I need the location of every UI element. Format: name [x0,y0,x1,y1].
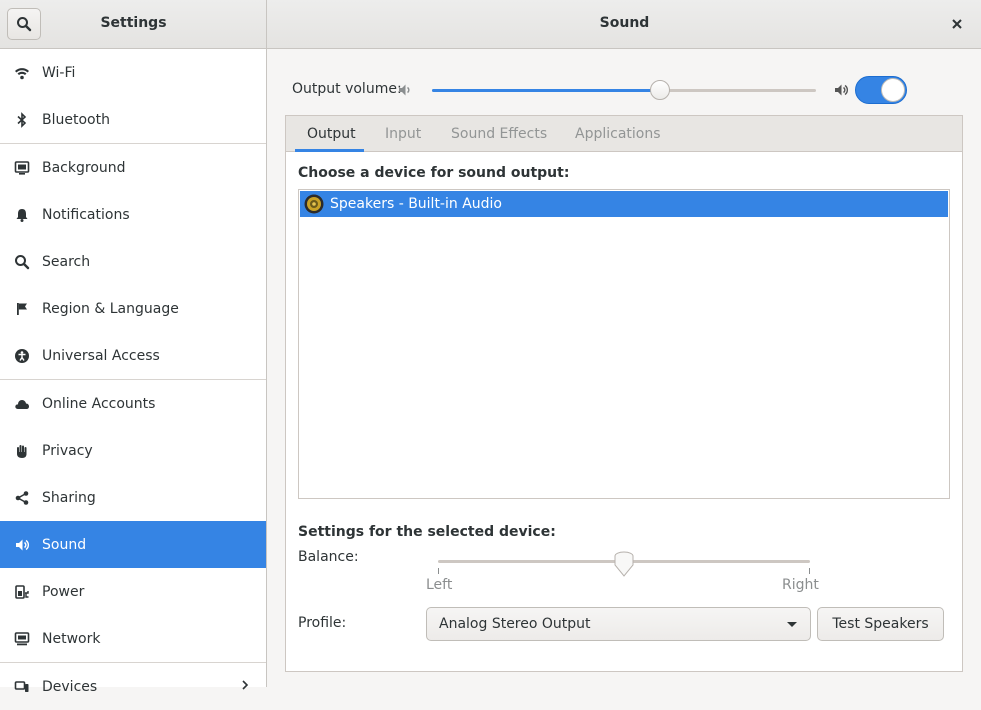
search-icon [14,254,30,270]
sidebar-item-privacy[interactable]: Privacy [0,427,266,474]
sidebar-item-label: Wi-Fi [42,64,76,81]
sidebar-item-label: Region & Language [42,300,179,317]
settings-title: Settings [100,15,167,31]
network-icon [14,631,30,647]
output-volume-fill [432,89,661,92]
balance-left-label: Left [426,577,453,593]
sidebar-item-background[interactable]: Background [0,144,266,191]
output-device-list[interactable]: Speakers - Built-in Audio [298,189,950,499]
test-speakers-button[interactable]: Test Speakers [817,607,944,641]
sidebar-item-label: Bluetooth [42,111,110,128]
active-tab-indicator [295,149,364,152]
share-icon [14,490,30,506]
sidebar-item-search[interactable]: Search [0,238,266,285]
device-label: Speakers - Built-in Audio [330,196,502,212]
header-bar: Settings Sound [0,0,981,49]
sidebar-item-power[interactable]: Power [0,568,266,615]
sidebar-item-label: Universal Access [42,347,160,364]
sidebar-item-region-language[interactable]: Region & Language [0,285,266,332]
list-item[interactable]: Speakers - Built-in Audio [300,191,948,217]
flag-icon [14,301,30,317]
header-left: Settings [0,0,267,48]
sidebar-item-label: Power [42,583,85,600]
sidebar-item-label: Background [42,159,126,176]
wifi-icon [14,65,30,81]
switch-knob [881,78,905,102]
panel-title: Sound [599,15,650,31]
settings-heading: Settings for the selected device: [298,524,556,540]
output-volume-label: Output volume: [292,81,402,97]
sidebar-item-label: Online Accounts [42,395,156,412]
tab-bar: Output Input Sound Effects Applications [286,116,962,152]
background-icon [14,160,30,176]
sidebar-item-label: Network [42,630,101,647]
output-volume-handle[interactable] [650,80,671,100]
sidebar-item-notifications[interactable]: Notifications [0,191,266,238]
sidebar-item-wifi[interactable]: Wi-Fi [0,49,266,96]
chevron-down-icon [787,622,797,627]
device-heading: Choose a device for sound output: [298,165,570,181]
close-icon [952,19,962,29]
sidebar-item-label: Privacy [42,442,93,459]
bell-icon [14,207,30,223]
sidebar-item-universal-access[interactable]: Universal Access [0,332,266,379]
sidebar-item-online-accounts[interactable]: Online Accounts [0,380,266,427]
output-volume-slider[interactable] [432,78,816,102]
balance-slider[interactable] [438,550,810,578]
volume-high-icon [835,84,849,96]
profile-value: Analog Stereo Output [439,616,591,632]
speaker-icon [14,537,30,553]
sidebar-item-bluetooth[interactable]: Bluetooth [0,96,266,143]
balance-tick-right [809,568,810,574]
sidebar: Wi-Fi Bluetooth Background Notifications… [0,49,267,695]
volume-toggle-switch[interactable] [855,76,907,104]
tab-input[interactable]: Input [385,116,421,152]
tab-applications[interactable]: Applications [575,116,661,152]
sidebar-item-sound[interactable]: Sound [0,521,266,568]
cloud-icon [14,396,30,412]
sidebar-item-label: Sound [42,536,87,553]
speaker-device-icon [304,194,324,214]
profile-label: Profile: [298,615,347,631]
sidebar-item-label: Search [42,253,91,270]
tab-output[interactable]: Output [307,116,356,152]
sidebar-item-network[interactable]: Network [0,615,266,662]
balance-label: Balance: [298,549,359,565]
power-icon [14,584,30,600]
close-button[interactable] [947,14,967,34]
balance-tick-left [438,568,439,574]
sidebar-item-label: Notifications [42,206,130,223]
sidebar-item-label: Sharing [42,489,96,506]
balance-handle[interactable] [613,551,635,577]
profile-dropdown[interactable]: Analog Stereo Output [426,607,811,641]
tab-sound-effects[interactable]: Sound Effects [451,116,547,152]
balance-right-label: Right [782,577,819,593]
accessibility-icon [14,348,30,364]
volume-low-icon [399,84,410,96]
sidebar-item-sharing[interactable]: Sharing [0,474,266,521]
bluetooth-icon [14,111,30,128]
hand-icon [14,443,30,459]
